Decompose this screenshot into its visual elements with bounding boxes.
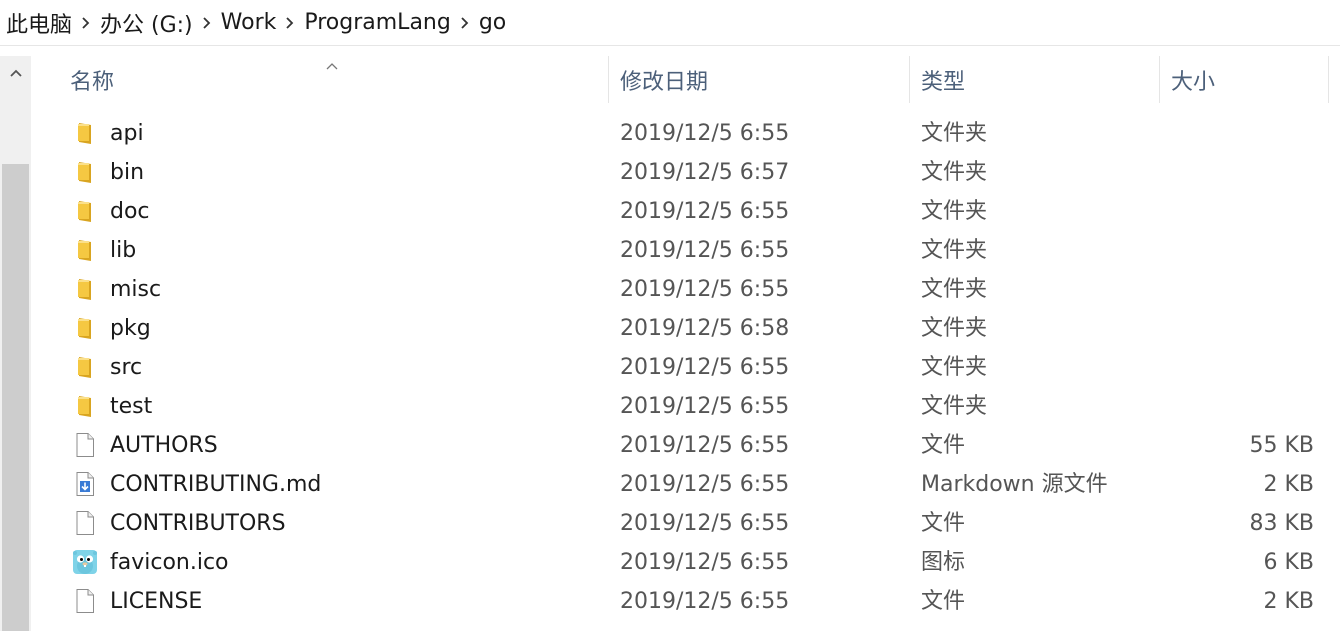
file-size: 2 KB xyxy=(1263,472,1314,497)
chevron-right-icon[interactable] xyxy=(453,16,477,29)
chevron-right-icon[interactable] xyxy=(278,16,302,29)
file-row[interactable]: lib 2019/12/5 6:55 文件夹 xyxy=(36,231,1340,270)
folder-icon xyxy=(72,120,98,146)
file-name: AUTHORS xyxy=(110,433,218,458)
file-size: 2 KB xyxy=(1263,589,1314,614)
folder-icon xyxy=(72,159,98,185)
folder-icon xyxy=(72,276,98,302)
file-modified-date: 2019/12/5 6:55 xyxy=(620,121,790,146)
file-modified-date: 2019/12/5 6:55 xyxy=(620,589,790,614)
file-row[interactable]: LICENSE 2019/12/5 6:55 文件 2 KB xyxy=(36,582,1340,621)
vertical-scrollbar[interactable] xyxy=(0,56,31,631)
file-type: 文件夹 xyxy=(921,238,988,263)
scrollbar-thumb[interactable] xyxy=(2,164,29,631)
file-modified-date: 2019/12/5 6:55 xyxy=(620,238,790,263)
folder-icon xyxy=(72,237,98,263)
file-row[interactable]: favicon.ico 2019/12/5 6:55 图标 6 KB xyxy=(36,543,1340,582)
scroll-up-button[interactable] xyxy=(0,56,31,90)
column-header-name[interactable]: 名称 xyxy=(36,56,608,103)
file-type: 文件夹 xyxy=(921,355,988,380)
file-icon xyxy=(72,432,98,458)
file-icon xyxy=(72,510,98,536)
file-row[interactable]: AUTHORS 2019/12/5 6:55 文件 55 KB xyxy=(36,426,1340,465)
file-type: 文件夹 xyxy=(921,160,988,185)
file-name: misc xyxy=(110,277,162,302)
file-name: CONTRIBUTING.md xyxy=(110,472,322,497)
column-header-size[interactable]: 大小 xyxy=(1160,56,1328,103)
markdown-file-icon xyxy=(72,471,98,497)
breadcrumb-drive[interactable]: 办公 (G:) xyxy=(98,7,195,39)
column-header-date[interactable]: 修改日期 xyxy=(609,56,909,103)
file-type: 文件夹 xyxy=(921,199,988,224)
file-row[interactable]: doc 2019/12/5 6:55 文件夹 xyxy=(36,192,1340,231)
breadcrumb-this-pc[interactable]: 此电脑 xyxy=(4,7,74,39)
file-row[interactable]: misc 2019/12/5 6:55 文件夹 xyxy=(36,270,1340,309)
file-modified-date: 2019/12/5 6:55 xyxy=(620,550,790,575)
file-name: LICENSE xyxy=(110,589,203,614)
file-modified-date: 2019/12/5 6:55 xyxy=(620,355,790,380)
file-name: test xyxy=(110,394,153,419)
file-size: 83 KB xyxy=(1249,511,1314,536)
file-name: bin xyxy=(110,160,145,185)
gopher-icon xyxy=(72,549,98,575)
column-divider[interactable] xyxy=(1328,56,1329,103)
file-name: pkg xyxy=(110,316,151,341)
file-name: doc xyxy=(110,199,150,224)
breadcrumb-programlang[interactable]: ProgramLang xyxy=(302,10,452,35)
folder-icon xyxy=(72,315,98,341)
file-row[interactable]: CONTRIBUTORS 2019/12/5 6:55 文件 83 KB xyxy=(36,504,1340,543)
file-row[interactable]: pkg 2019/12/5 6:58 文件夹 xyxy=(36,309,1340,348)
file-row[interactable]: src 2019/12/5 6:55 文件夹 xyxy=(36,348,1340,387)
file-modified-date: 2019/12/5 6:55 xyxy=(620,394,790,419)
file-type: 文件 xyxy=(921,511,966,536)
file-name: CONTRIBUTORS xyxy=(110,511,286,536)
file-modified-date: 2019/12/5 6:55 xyxy=(620,472,790,497)
file-name: src xyxy=(110,355,143,380)
folder-icon xyxy=(72,198,98,224)
column-header-type[interactable]: 类型 xyxy=(910,56,1159,103)
file-explorer-window: 此电脑 办公 (G:) Work ProgramLang go 名称 修改日期 … xyxy=(0,0,1340,631)
breadcrumb: 此电脑 办公 (G:) Work ProgramLang go xyxy=(0,0,1340,46)
file-name: lib xyxy=(110,238,137,263)
file-row[interactable]: api 2019/12/5 6:55 文件夹 xyxy=(36,114,1340,153)
file-list: 名称 修改日期 类型 大小 api 2019/12/5 6:55 文件夹 bin 201… xyxy=(36,56,1340,631)
file-type: 图标 xyxy=(921,550,966,575)
file-icon xyxy=(72,588,98,614)
file-name: favicon.ico xyxy=(110,550,229,575)
file-type: 文件夹 xyxy=(921,277,988,302)
file-modified-date: 2019/12/5 6:55 xyxy=(620,511,790,536)
file-name: api xyxy=(110,121,144,146)
chevron-up-icon xyxy=(9,69,22,77)
file-type: 文件夹 xyxy=(921,121,988,146)
file-type: 文件夹 xyxy=(921,394,988,419)
breadcrumb-work[interactable]: Work xyxy=(219,10,279,35)
file-modified-date: 2019/12/5 6:55 xyxy=(620,199,790,224)
file-type: 文件 xyxy=(921,589,966,614)
file-row[interactable]: test 2019/12/5 6:55 文件夹 xyxy=(36,387,1340,426)
chevron-right-icon[interactable] xyxy=(74,16,98,29)
file-size: 55 KB xyxy=(1249,433,1314,458)
file-modified-date: 2019/12/5 6:58 xyxy=(620,316,790,341)
file-row[interactable]: CONTRIBUTING.md 2019/12/5 6:55 Markdown 源文… xyxy=(36,465,1340,504)
file-size: 6 KB xyxy=(1263,550,1314,575)
file-modified-date: 2019/12/5 6:55 xyxy=(620,277,790,302)
file-type: Markdown 源文件 xyxy=(921,472,1108,497)
folder-icon xyxy=(72,393,98,419)
file-type: 文件 xyxy=(921,433,966,458)
chevron-right-icon[interactable] xyxy=(195,16,219,29)
file-modified-date: 2019/12/5 6:55 xyxy=(620,433,790,458)
folder-icon xyxy=(72,354,98,380)
breadcrumb-go[interactable]: go xyxy=(477,10,508,35)
file-modified-date: 2019/12/5 6:57 xyxy=(620,160,790,185)
file-type: 文件夹 xyxy=(921,316,988,341)
file-row[interactable]: bin 2019/12/5 6:57 文件夹 xyxy=(36,153,1340,192)
